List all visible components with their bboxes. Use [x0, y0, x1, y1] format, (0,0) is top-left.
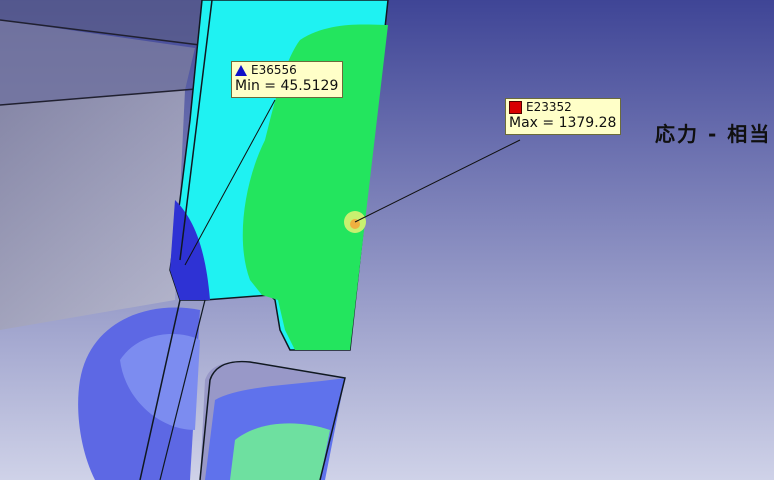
result-title: 応力 - 相当 [655, 122, 772, 146]
square-icon [509, 101, 522, 114]
max-probe-label[interactable]: E23352 Max = 1379.28 [505, 98, 622, 135]
max-element-id: E23352 [526, 100, 572, 114]
min-element-id: E36556 [251, 63, 297, 77]
min-probe-label[interactable]: E36556 Min = 45.5129 [231, 61, 344, 98]
background-body-face [0, 90, 185, 330]
max-value: Max = 1379.28 [509, 115, 617, 131]
triangle-icon [235, 65, 247, 76]
fea-viewport[interactable] [0, 0, 774, 480]
min-value: Min = 45.5129 [235, 78, 339, 94]
